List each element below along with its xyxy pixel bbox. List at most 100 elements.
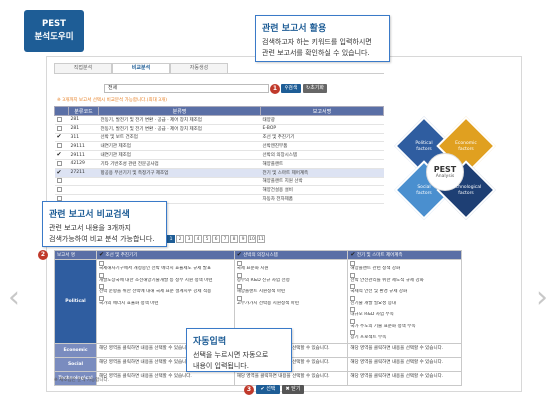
- row-checkbox[interactable]: [54, 124, 69, 134]
- row-checkbox[interactable]: [54, 177, 69, 187]
- callout-auto-input: 자동입력 선택을 누르시면 자동으로 내용이 입력됩니다.: [186, 328, 292, 372]
- row-report: 자동차 전자제품: [260, 194, 384, 204]
- table-row[interactable]: 42129 기타 기반조성 관련 전문공사업 해양플랜트: [54, 159, 384, 169]
- table-row[interactable]: ✔ 29111 내연기관 제조업 선박의 의장시스템: [54, 150, 384, 160]
- row-code: 29111: [68, 141, 99, 152]
- close-button[interactable]: ✖ 닫기: [282, 385, 304, 394]
- check-icon[interactable]: ✔: [57, 169, 62, 176]
- page-button[interactable]: 1: [167, 235, 175, 243]
- callout-compare-search: 관련 보고서 비교검색 관련 보고서 내용을 3개까지 검색가능하여 비교 분석…: [42, 201, 167, 247]
- row-code: 42129: [68, 159, 99, 169]
- row-report: 해양건설용 설비: [260, 185, 384, 196]
- tab-divider: [54, 73, 384, 74]
- page-button[interactable]: 7: [221, 235, 229, 243]
- col-header-name: 분류명: [98, 106, 261, 116]
- technological-cell[interactable]: 해당 영역을 클릭하면 내용을 선택할 수 있습니다.: [347, 370, 462, 386]
- technological-cell[interactable]: 해당 영역을 클릭하면 내용을 선택할 수 있습니다.: [96, 370, 235, 386]
- row-report: 선박엔진부품: [260, 141, 384, 152]
- page-button[interactable]: 8: [230, 235, 238, 243]
- table-row[interactable]: ✔ 311 선박 및 보트 건조업 조선 및 추진기기: [54, 133, 384, 143]
- row-name: 항공용 무선기기 및 측정기구 제조업: [98, 168, 261, 178]
- technological-cell[interactable]: 해당 영역을 클릭하면 내용을 선택할 수 있습니다.: [233, 370, 349, 386]
- page-button[interactable]: 10: [248, 235, 256, 243]
- compare-col-header[interactable]: ✔ 선박의 의장시스템: [233, 250, 349, 260]
- row-report: 해양플랜트 지원 선박: [260, 177, 384, 187]
- technological-label: Technological factors: [451, 185, 482, 196]
- page-button[interactable]: 11: [257, 235, 265, 243]
- row-report: 태양광: [260, 115, 384, 125]
- page-button[interactable]: 9: [239, 235, 247, 243]
- economic-row-label: Economic: [54, 342, 97, 358]
- row-checkbox[interactable]: ✔: [54, 168, 69, 178]
- row-checkbox[interactable]: [54, 141, 69, 152]
- page-button[interactable]: 2: [176, 235, 184, 243]
- social-row-label: Social: [54, 356, 97, 372]
- check-icon[interactable]: ✔: [57, 151, 62, 158]
- page-button[interactable]: 5: [203, 235, 211, 243]
- row-report: 선박의 의장시스템: [260, 150, 384, 160]
- row-name: 전동기, 발전기 및 전기 변환 · 공급 · 제어 장치 제조업: [98, 124, 261, 134]
- economic-label: Economic factors: [455, 141, 477, 152]
- callout-related-reports: 관련 보고서 활용 검색하고자 하는 키워드를 입력하시면 관련 보고서를 확인…: [255, 15, 390, 62]
- row-checkbox[interactable]: [54, 159, 69, 169]
- compare-col-header[interactable]: ✔ 조선 및 추진기기: [96, 250, 235, 260]
- economic-cell[interactable]: 해당 영역을 클릭하면 내용을 선택할 수 있습니다.: [347, 342, 462, 358]
- step-marker-1: 1: [270, 84, 280, 94]
- row-checkbox[interactable]: [54, 115, 69, 125]
- political-row-label: Political: [54, 259, 97, 344]
- tab-direct-analysis[interactable]: 직접분석: [54, 63, 112, 73]
- table-row[interactable]: 281 전동기, 발전기 및 전기 변환 · 공급 · 제어 장치 제조업 E-…: [54, 124, 384, 134]
- table-row[interactable]: 해양플랜트 지원 선박: [54, 177, 384, 187]
- step-marker-3: 3: [244, 385, 254, 395]
- row-checkbox[interactable]: [54, 185, 69, 196]
- col-header-code: 분류코드: [68, 106, 99, 116]
- row-code: 281: [68, 115, 99, 125]
- row-name: 기타 기반조성 관련 전문공사업: [98, 159, 261, 169]
- col-header-report: 보고서명: [260, 106, 384, 116]
- social-label: Social factors: [416, 185, 432, 196]
- table-row[interactable]: ✔ 27211 항공용 무선기기 및 측정기구 제조업 전기 및 스마트 제어계…: [54, 168, 384, 178]
- reset-button[interactable]: ↻초기화: [303, 84, 327, 93]
- row-report: 해양플랜트: [260, 159, 384, 169]
- row-code: 27211: [68, 168, 99, 178]
- row-name: [98, 177, 261, 187]
- page-button[interactable]: 6: [212, 235, 220, 243]
- search-button[interactable]: ⚲검색: [281, 84, 301, 93]
- row-checkbox[interactable]: ✔: [54, 150, 69, 160]
- row-name: 선박 및 보트 건조업: [98, 133, 261, 143]
- row-checkbox[interactable]: ✔: [54, 133, 69, 143]
- row-code: [68, 185, 99, 196]
- close-icon: ✖: [285, 386, 290, 392]
- checkbox-header: [54, 106, 69, 116]
- page-button[interactable]: 3: [185, 235, 193, 243]
- page-button[interactable]: 4: [194, 235, 202, 243]
- row-code: 29111: [68, 150, 99, 160]
- row-code: [68, 177, 99, 187]
- search-input[interactable]: 전세: [104, 84, 269, 93]
- pest-helper-badge: PEST 분석도우미: [24, 10, 84, 52]
- footnote: ※ 제조업만 분석 가능합니다.: [54, 378, 110, 383]
- tab-auto-generate[interactable]: 자동생성: [170, 63, 228, 73]
- compare-head-label: 보고서 명: [54, 250, 97, 260]
- selection-note: ※ 3개까지 보고서 선택시 비교분석 가능합니다.(최대 3개): [57, 98, 167, 103]
- social-cell[interactable]: 해당 영역을 클릭하면 내용을 선택할 수 있습니다.: [347, 356, 462, 372]
- table-row[interactable]: 281 전동기, 발전기 및 전기 변환 · 공급 · 제어 장치 제조업 태양…: [54, 115, 384, 125]
- badge-subtitle: 분석도우미: [34, 32, 74, 42]
- row-name: 내연기관 제조업: [98, 141, 261, 152]
- row-report: 조선 및 추진기기: [260, 133, 384, 143]
- row-name: [98, 185, 261, 196]
- compare-col-header[interactable]: ✔ 전기 및 스마트 제어계측: [347, 250, 462, 260]
- table-row[interactable]: 해양건설용 설비: [54, 185, 384, 196]
- political-cell[interactable]: 해양플랜트 관련 정책 강화 선박 안전관리를 위한 제도적 규제 강화 국제적…: [347, 259, 462, 344]
- next-arrow-icon[interactable]: ›: [536, 283, 548, 313]
- check-icon[interactable]: ✔: [57, 133, 62, 140]
- select-button[interactable]: ✔ 선택: [256, 385, 280, 394]
- table-row[interactable]: 29111 내연기관 제조업 선박엔진부품: [54, 141, 384, 152]
- pest-analysis-diagram: PEST Analysis Political factors Economic f…: [390, 116, 500, 231]
- row-report: E-BOP: [260, 124, 384, 134]
- tab-compare-analysis[interactable]: 비교분석: [112, 63, 170, 73]
- check-icon: ✔: [260, 386, 265, 392]
- tab-bar: 직접분석 비교분석 자동생성: [54, 63, 228, 73]
- prev-arrow-icon[interactable]: ‹: [8, 283, 20, 313]
- badge-title: PEST: [42, 19, 66, 29]
